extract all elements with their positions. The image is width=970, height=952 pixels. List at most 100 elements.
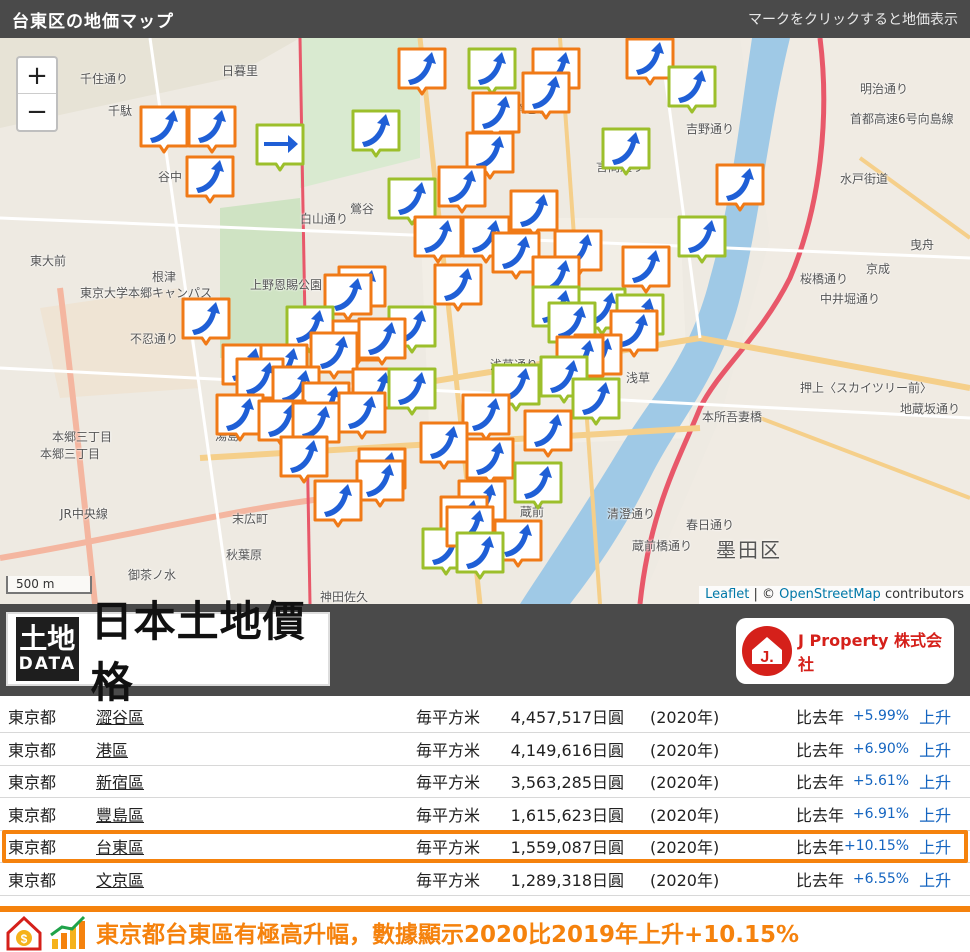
row-price-cell: 1,559,087日圓 xyxy=(494,830,626,863)
land-price-marker[interactable] xyxy=(278,434,330,484)
zoom-control[interactable]: + − xyxy=(16,56,58,132)
land-price-marker[interactable] xyxy=(356,316,408,366)
ward-label: 墨田区 xyxy=(716,538,782,562)
house-coin-icon: $ xyxy=(6,915,42,951)
bar-chart-icon xyxy=(50,915,86,949)
row-prefecture-cell: 東京都 xyxy=(0,765,96,798)
land-price-marker[interactable] xyxy=(184,154,236,204)
osm-link[interactable]: OpenStreetMap xyxy=(779,587,881,602)
land-price-marker[interactable] xyxy=(350,108,402,158)
row-unit-cell: 毎平方米 xyxy=(416,798,494,831)
land-price-marker[interactable] xyxy=(666,64,718,114)
footer-message: 東京都台東區有極高升幅，數據顯示2020比2019年上升+10.15% xyxy=(96,922,800,948)
row-direction-cell: 上升 xyxy=(909,733,970,766)
row-prefecture: 東京都 xyxy=(8,838,57,858)
land-price-marker[interactable] xyxy=(186,104,238,154)
row-price: 1,615,623日圓 xyxy=(510,805,624,825)
row-compare: 比去年 xyxy=(795,838,844,858)
land-price-marker[interactable] xyxy=(520,70,572,120)
row-ward-link[interactable]: 台東區 xyxy=(96,838,144,857)
row-change: +5.61% xyxy=(852,773,910,790)
land-price-marker[interactable] xyxy=(254,122,306,172)
zoom-in-button[interactable]: + xyxy=(18,58,56,94)
row-ward-link[interactable]: 港區 xyxy=(96,741,128,760)
leaflet-link[interactable]: Leaflet xyxy=(705,587,749,602)
row-price: 4,149,616日圓 xyxy=(510,740,624,760)
up-trend-arrow-icon xyxy=(667,65,717,114)
row-ward-link[interactable]: 澀谷區 xyxy=(96,708,144,727)
land-price-marker[interactable] xyxy=(418,420,470,470)
up-trend-arrow-icon xyxy=(313,479,363,528)
row-year: (2020年) xyxy=(650,708,720,727)
land-price-marker[interactable] xyxy=(336,390,388,440)
row-ward-link[interactable]: 豐島區 xyxy=(96,806,144,825)
map-view[interactable]: 日暮里 千駄 根津 東大前 上野恩賜公園 谷中 鶯谷 東京大学本郷キャンパス 湯島 本郷三丁目 本郷… xyxy=(0,38,970,604)
up-trend-arrow-icon xyxy=(185,155,235,204)
land-price-marker[interactable] xyxy=(412,214,464,264)
land-price-marker[interactable] xyxy=(180,296,232,346)
row-change-cell: +6.55% xyxy=(844,863,909,896)
land-price-marker[interactable] xyxy=(512,460,564,510)
land-price-marker[interactable] xyxy=(138,104,190,154)
map-place-label: 押上〈スカイツリー前〉 xyxy=(800,381,933,395)
land-price-marker[interactable] xyxy=(436,164,488,214)
map-scale: 500 m xyxy=(6,576,92,594)
map-place-label: 中井堀通り xyxy=(820,292,881,306)
map-place-label: 本郷三丁目 xyxy=(40,447,101,461)
row-compare: 比去年 xyxy=(795,740,844,760)
row-unit: 毎平方米 xyxy=(416,773,481,793)
row-prefecture: 東京都 xyxy=(8,740,57,760)
land-price-marker[interactable] xyxy=(522,408,574,458)
row-ward-link-cell[interactable]: 港區 xyxy=(96,733,416,766)
map-place-label: 白山通り xyxy=(300,212,349,226)
svg-text:J.: J. xyxy=(760,649,773,666)
row-price: 1,559,087日圓 xyxy=(510,838,624,858)
row-year-cell: (2020年) xyxy=(626,863,766,896)
row-ward-link-cell[interactable]: 豐島區 xyxy=(96,798,416,831)
row-compare: 比去年 xyxy=(795,773,844,793)
row-change-cell: +6.90% xyxy=(844,733,909,766)
row-ward-link-cell[interactable]: 新宿區 xyxy=(96,765,416,798)
row-ward-link-cell[interactable]: 文京區 xyxy=(96,863,416,896)
land-price-marker[interactable] xyxy=(714,162,766,212)
land-price-marker[interactable] xyxy=(386,366,438,416)
row-change: +6.55% xyxy=(852,870,910,887)
land-price-marker[interactable] xyxy=(466,46,518,96)
land-price-marker[interactable] xyxy=(312,478,364,528)
row-price-cell: 1,289,318日圓 xyxy=(494,863,626,896)
up-trend-arrow-icon xyxy=(521,71,571,120)
up-trend-arrow-icon xyxy=(715,163,765,212)
row-prefecture-cell: 東京都 xyxy=(0,700,96,733)
up-trend-arrow-icon xyxy=(677,215,727,264)
table-row: 東京都 新宿區 毎平方米 3,563,285日圓 (2020年) 比去年 +5.61% 上升 xyxy=(0,765,970,798)
logo-kanji: 土地 xyxy=(19,622,76,655)
up-trend-arrow-icon xyxy=(571,377,621,426)
row-compare-cell: 比去年 xyxy=(766,733,844,766)
map-hint: マークをクリックすると地価表示 xyxy=(748,12,958,28)
land-price-marker[interactable] xyxy=(396,46,448,96)
land-price-marker[interactable] xyxy=(600,126,652,176)
map-place-label: 水戸街道 xyxy=(840,172,889,186)
map-place-label: 吉野通り xyxy=(686,122,735,136)
row-direction-cell: 上升 xyxy=(909,765,970,798)
up-trend-arrow-icon xyxy=(523,409,573,458)
row-direction: 上升 xyxy=(919,838,952,858)
zoom-out-button[interactable]: − xyxy=(18,94,56,130)
row-ward-link-cell[interactable]: 澀谷區 xyxy=(96,700,416,733)
up-trend-arrow-icon xyxy=(181,297,231,346)
row-change: +10.15% xyxy=(844,838,910,855)
row-price: 4,457,517日圓 xyxy=(510,708,624,727)
row-ward-link-cell[interactable]: 台東區 xyxy=(96,830,416,863)
land-price-marker[interactable] xyxy=(676,214,728,264)
row-ward-link[interactable]: 新宿區 xyxy=(96,773,144,792)
up-trend-arrow-icon xyxy=(279,435,329,484)
up-trend-arrow-icon xyxy=(437,165,487,214)
row-ward-link[interactable]: 文京區 xyxy=(96,871,144,890)
land-price-marker[interactable] xyxy=(570,376,622,426)
land-price-marker[interactable] xyxy=(432,262,484,312)
data-logo-mark: 土地 DATA xyxy=(16,617,79,681)
land-price-marker[interactable] xyxy=(454,530,506,580)
row-direction: 上升 xyxy=(919,773,952,793)
row-compare-cell: 比去年 xyxy=(766,863,844,896)
row-direction: 上升 xyxy=(919,870,952,890)
